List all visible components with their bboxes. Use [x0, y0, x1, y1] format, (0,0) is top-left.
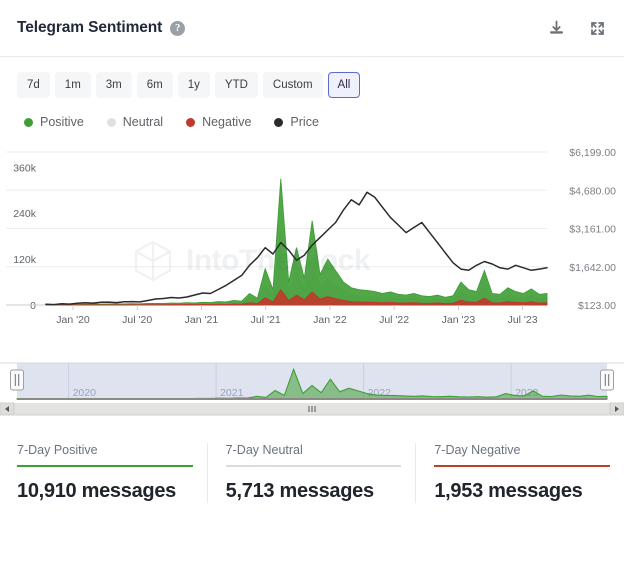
- legend-item-positive[interactable]: Positive: [24, 115, 84, 129]
- range-button-6m[interactable]: 6m: [136, 72, 173, 98]
- page-title: Telegram Sentiment: [17, 19, 163, 36]
- stat-label-negative: 7-Day Negative: [434, 443, 521, 457]
- legend-item-negative[interactable]: Negative: [186, 115, 251, 129]
- stat-7day-negative: 7-Day Negative 1,953 messages: [415, 443, 624, 503]
- svg-text:2020: 2020: [73, 387, 97, 399]
- legend-dot-positive-icon: [24, 117, 33, 127]
- legend-dot-negative-icon: [186, 117, 196, 127]
- svg-text:0: 0: [30, 300, 36, 312]
- stat-rule-positive: [17, 465, 193, 467]
- svg-text:Jan '20: Jan '20: [56, 314, 90, 326]
- svg-text:120k: 120k: [13, 254, 37, 266]
- card-header: Telegram Sentiment ?: [0, 0, 624, 57]
- stat-rule-negative: [434, 465, 611, 467]
- range-button-ytd[interactable]: YTD: [214, 72, 258, 98]
- chart-navigator[interactable]: 2020 2021 2022 2023: [0, 359, 624, 417]
- svg-text:240k: 240k: [13, 208, 37, 220]
- svg-text:$3,161.00: $3,161.00: [569, 224, 616, 236]
- legend-dot-neutral-icon: [106, 117, 116, 127]
- navigator-canvas[interactable]: 2020 2021 2022 2023: [0, 359, 624, 417]
- summary-stats: 7-Day Positive 10,910 messages 7-Day Neu…: [0, 417, 624, 503]
- svg-text:Jul '21: Jul '21: [251, 314, 281, 326]
- range-button-all[interactable]: All: [327, 72, 361, 98]
- navigator-left-handle[interactable]: [10, 369, 24, 391]
- sentiment-chart[interactable]: 0 120k 240k 360k $123.00 $1,642.00 $3,161.00 $4…: [0, 140, 624, 355]
- range-selector: 7d 1m 3m 6m 1y YTD Custom All: [0, 57, 624, 98]
- range-button-7d[interactable]: 7d: [17, 72, 50, 98]
- stat-label-positive: 7-Day Positive: [17, 443, 98, 457]
- chart-legend: Positive Neutral Negative Price: [0, 98, 624, 129]
- stat-7day-positive: 7-Day Positive 10,910 messages: [0, 443, 207, 503]
- navigator-right-handle[interactable]: [600, 369, 614, 391]
- svg-text:$123.00: $123.00: [578, 300, 616, 312]
- header-actions: [546, 18, 607, 38]
- legend-label-neutral: Neutral: [122, 115, 164, 129]
- stat-value-neutral: 5,713 messages: [225, 480, 374, 502]
- svg-text:360k: 360k: [13, 162, 37, 174]
- svg-text:Jan '21: Jan '21: [185, 314, 219, 326]
- stat-value-negative: 1,953 messages: [434, 480, 583, 502]
- svg-text:Jul '22: Jul '22: [379, 314, 409, 326]
- legend-dot-price-icon: [274, 117, 284, 127]
- svg-text:Jan '22: Jan '22: [313, 314, 347, 326]
- svg-text:$4,680.00: $4,680.00: [569, 185, 616, 197]
- range-button-1m[interactable]: 1m: [54, 72, 91, 98]
- legend-item-neutral[interactable]: Neutral: [106, 115, 164, 129]
- legend-label-negative: Negative: [202, 115, 252, 129]
- range-button-3m[interactable]: 3m: [95, 72, 132, 98]
- stat-value-positive: 10,910 messages: [17, 480, 176, 502]
- stat-rule-neutral: [225, 465, 402, 467]
- legend-label-price: Price: [290, 115, 319, 129]
- download-icon[interactable]: [546, 18, 566, 38]
- stat-label-neutral: 7-Day Neutral: [225, 443, 303, 457]
- range-button-1y[interactable]: 1y: [177, 72, 210, 98]
- svg-text:$1,642.00: $1,642.00: [569, 262, 616, 274]
- range-button-custom[interactable]: Custom: [262, 72, 323, 98]
- fullscreen-expand-icon[interactable]: [587, 18, 607, 38]
- chart-canvas[interactable]: 0 120k 240k 360k $123.00 $1,642.00 $3,161.00 $4…: [0, 140, 624, 355]
- svg-text:Jan '23: Jan '23: [442, 314, 476, 326]
- help-circle-icon[interactable]: ?: [170, 20, 186, 36]
- telegram-sentiment-card: Telegram Sentiment ? 7d 1m 3m 6m 1y YTD …: [0, 0, 624, 568]
- stat-7day-neutral: 7-Day Neutral 5,713 messages: [206, 443, 416, 503]
- svg-text:Jul '23: Jul '23: [508, 314, 538, 326]
- svg-text:Jul '20: Jul '20: [122, 314, 152, 326]
- legend-item-price[interactable]: Price: [274, 115, 319, 129]
- svg-text:2021: 2021: [220, 387, 244, 399]
- legend-label-positive: Positive: [40, 115, 84, 129]
- svg-text:$6,199.00: $6,199.00: [569, 147, 616, 159]
